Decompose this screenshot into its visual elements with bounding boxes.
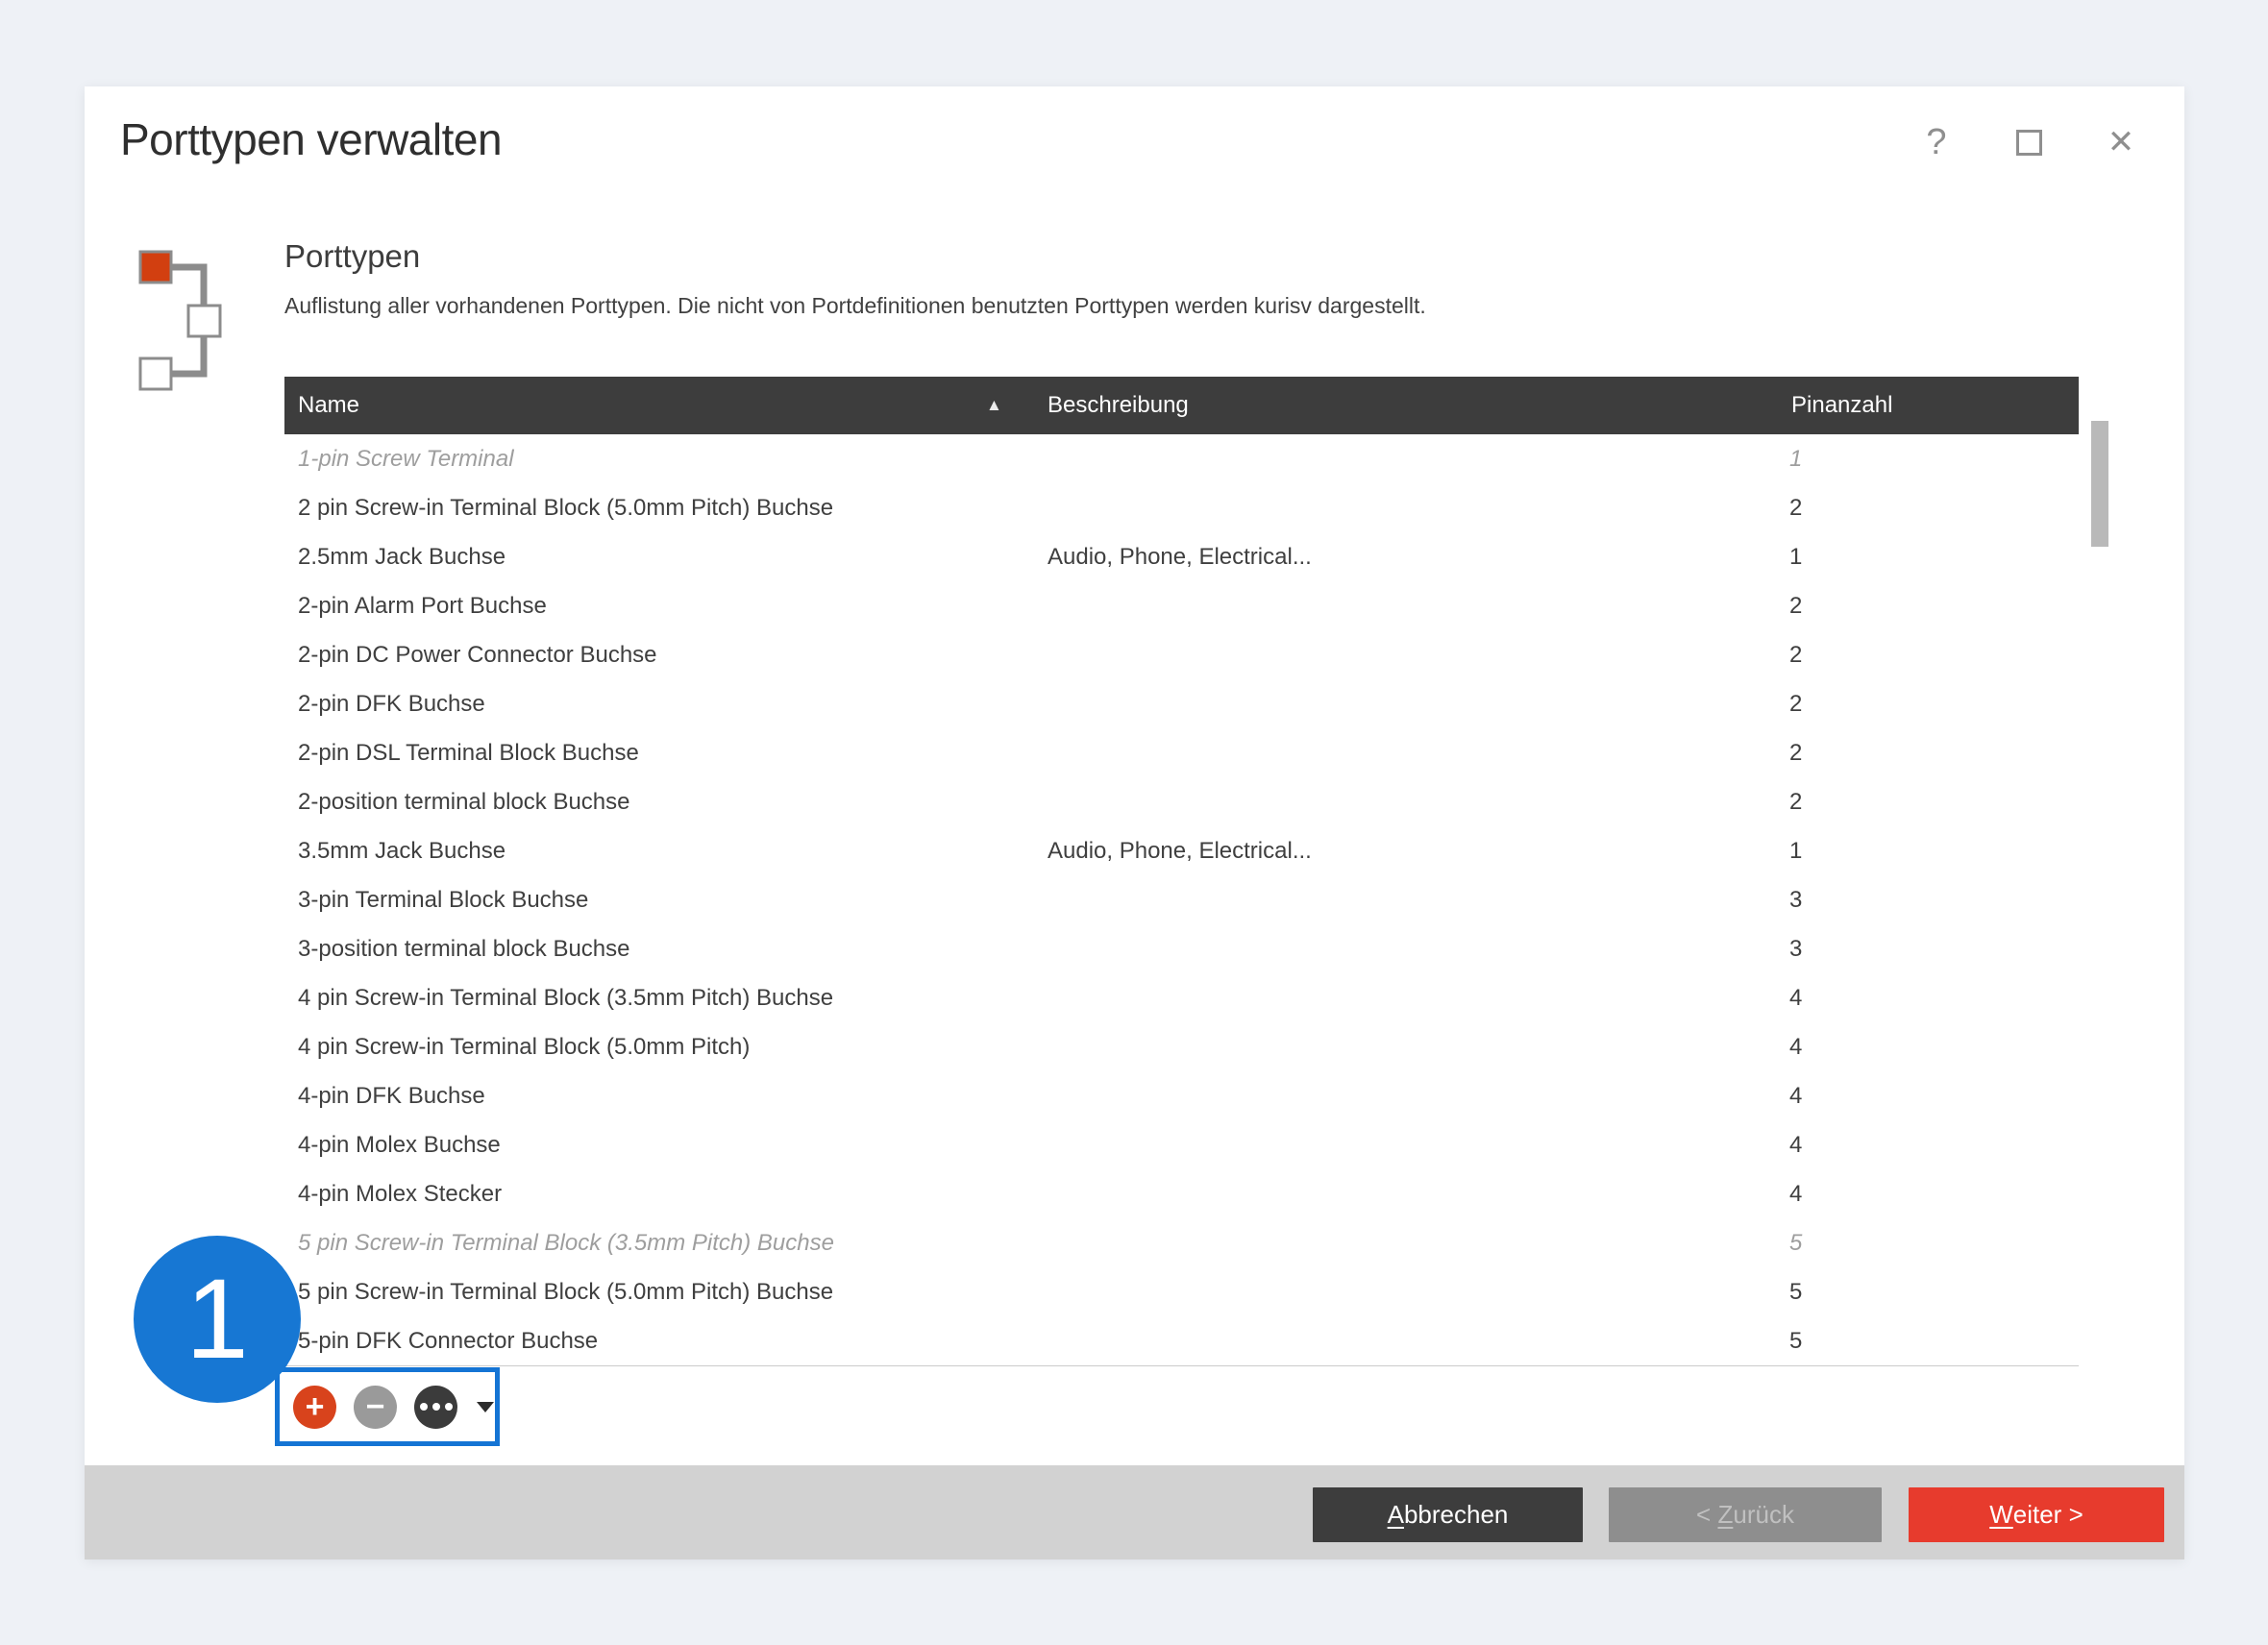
- cell-pinanzahl: 4: [1789, 1083, 1802, 1110]
- table-row[interactable]: 3-position terminal block Buchse 3: [284, 924, 2079, 973]
- cell-pinanzahl: 4: [1789, 985, 1802, 1012]
- table-row[interactable]: 2-pin Alarm Port Buchse 2: [284, 581, 2079, 630]
- cell-pinanzahl: 1: [1789, 544, 1802, 571]
- table-row[interactable]: 2-pin DSL Terminal Block Buchse 2: [284, 728, 2079, 777]
- column-header-beschreibung[interactable]: Beschreibung: [1048, 392, 1189, 419]
- window-title: Porttypen verwalten: [120, 113, 502, 165]
- cell-name: 5 pin Screw-in Terminal Block (5.0mm Pit…: [298, 1279, 833, 1306]
- cell-name: 1-pin Screw Terminal: [298, 446, 514, 473]
- cell-name: 4 pin Screw-in Terminal Block (5.0mm Pit…: [298, 1034, 750, 1061]
- cell-name: 3-pin Terminal Block Buchse: [298, 887, 588, 914]
- next-button[interactable]: Weiter >: [1909, 1487, 2164, 1542]
- cell-beschreibung: Audio, Phone, Electrical...: [1048, 838, 1312, 865]
- more-icon: [420, 1403, 428, 1411]
- wizard-step-icon: [135, 246, 231, 400]
- table-row[interactable]: 4-pin DFK Buchse 4: [284, 1071, 2079, 1120]
- cell-pinanzahl: 3: [1789, 887, 1802, 914]
- close-icon: ✕: [2108, 126, 2135, 159]
- table-row[interactable]: 4-pin Molex Stecker 4: [284, 1169, 2079, 1218]
- table-row[interactable]: 4 pin Screw-in Terminal Block (5.0mm Pit…: [284, 1022, 2079, 1071]
- row-actions-toolbar: + −: [275, 1367, 500, 1446]
- cell-name: 2-pin DC Power Connector Buchse: [298, 642, 657, 669]
- cell-name: 2-position terminal block Buchse: [298, 789, 630, 816]
- table-row[interactable]: 4 pin Screw-in Terminal Block (3.5mm Pit…: [284, 973, 2079, 1022]
- cell-name: 2.5mm Jack Buchse: [298, 544, 505, 571]
- table-row[interactable]: 2-pin DFK Buchse 2: [284, 679, 2079, 728]
- vertical-scrollbar-thumb[interactable]: [2091, 421, 2108, 547]
- close-button[interactable]: ✕: [2094, 115, 2148, 169]
- cell-name: 4-pin Molex Stecker: [298, 1181, 502, 1208]
- minus-icon: −: [366, 1390, 385, 1423]
- page-description: Auflistung aller vorhandenen Porttypen. …: [284, 293, 1426, 319]
- cell-name: 2 pin Screw-in Terminal Block (5.0mm Pit…: [298, 495, 833, 522]
- table-row[interactable]: 2-pin DC Power Connector Buchse 2: [284, 630, 2079, 679]
- cell-pinanzahl: 2: [1789, 642, 1802, 669]
- cell-pinanzahl: 3: [1789, 936, 1802, 963]
- table-row[interactable]: 3.5mm Jack Buchse Audio, Phone, Electrica…: [284, 826, 2079, 875]
- table-row[interactable]: 5 pin Screw-in Terminal Block (3.5mm Pit…: [284, 1218, 2079, 1267]
- cell-pinanzahl: 1: [1789, 446, 1802, 473]
- more-actions-button[interactable]: [414, 1386, 457, 1429]
- cell-name: 2-pin Alarm Port Buchse: [298, 593, 547, 620]
- cell-pinanzahl: 2: [1789, 789, 1802, 816]
- column-header-name[interactable]: Name: [298, 392, 359, 419]
- add-button[interactable]: +: [293, 1386, 336, 1429]
- sort-ascending-icon: ▲: [986, 396, 1002, 415]
- table-row[interactable]: 5 pin Screw-in Terminal Block (5.0mm Pit…: [284, 1267, 2079, 1316]
- cancel-button[interactable]: Abbrechen: [1313, 1487, 1583, 1542]
- table-body: 1-pin Screw Terminal 1 2 pin Screw-in Term…: [284, 434, 2079, 1366]
- help-icon: ?: [1926, 124, 1946, 160]
- table-row[interactable]: 2-position terminal block Buchse 2: [284, 777, 2079, 826]
- cell-name: 4-pin Molex Buchse: [298, 1132, 501, 1159]
- porttypen-verwalten-dialog: Porttypen verwalten ? ✕ Porttypen Auflis…: [85, 86, 2184, 1559]
- table-row[interactable]: 2.5mm Jack Buchse Audio, Phone, Electrica…: [284, 532, 2079, 581]
- cell-name: 4-pin DFK Buchse: [298, 1083, 485, 1110]
- step-number: 1: [185, 1254, 249, 1385]
- back-button[interactable]: < Zurück: [1609, 1487, 1882, 1542]
- table-row[interactable]: 5-pin DFK Connector Buchse 5: [284, 1316, 2079, 1365]
- help-button[interactable]: ?: [1910, 115, 1963, 169]
- cell-pinanzahl: 5: [1789, 1230, 1802, 1257]
- porttypen-table: Name ▲ Beschreibung Pinanzahl 1-pin Scre…: [284, 377, 2079, 1366]
- cell-name: 2-pin DSL Terminal Block Buchse: [298, 740, 639, 767]
- cell-name: 3-position terminal block Buchse: [298, 936, 630, 963]
- cell-name: 5-pin DFK Connector Buchse: [298, 1328, 598, 1355]
- cell-pinanzahl: 2: [1789, 593, 1802, 620]
- cell-name: 3.5mm Jack Buchse: [298, 838, 505, 865]
- column-header-pinanzahl[interactable]: Pinanzahl: [1791, 392, 1892, 419]
- cell-pinanzahl: 4: [1789, 1132, 1802, 1159]
- table-row[interactable]: 3-pin Terminal Block Buchse 3: [284, 875, 2079, 924]
- cell-pinanzahl: 5: [1789, 1279, 1802, 1306]
- cell-name: 4 pin Screw-in Terminal Block (3.5mm Pit…: [298, 985, 833, 1012]
- cell-name: 2-pin DFK Buchse: [298, 691, 485, 718]
- cell-pinanzahl: 2: [1789, 495, 1802, 522]
- remove-button[interactable]: −: [354, 1386, 397, 1429]
- cell-beschreibung: Audio, Phone, Electrical...: [1048, 544, 1312, 571]
- plus-icon: +: [306, 1390, 325, 1423]
- cell-pinanzahl: 5: [1789, 1328, 1802, 1355]
- maximize-button[interactable]: [2002, 115, 2056, 169]
- window-controls: ? ✕: [1910, 115, 2148, 169]
- cell-name: 5 pin Screw-in Terminal Block (3.5mm Pit…: [298, 1230, 834, 1257]
- table-header: Name ▲ Beschreibung Pinanzahl: [284, 377, 2079, 434]
- table-row[interactable]: 1-pin Screw Terminal 1: [284, 434, 2079, 483]
- annotation-step-badge: 1: [134, 1236, 301, 1403]
- dropdown-caret-icon[interactable]: [477, 1402, 494, 1412]
- page-title: Porttypen: [284, 238, 420, 275]
- cell-pinanzahl: 2: [1789, 740, 1802, 767]
- table-row[interactable]: 2 pin Screw-in Terminal Block (5.0mm Pit…: [284, 483, 2079, 532]
- table-row[interactable]: 4-pin Molex Buchse 4: [284, 1120, 2079, 1169]
- cell-pinanzahl: 4: [1789, 1034, 1802, 1061]
- cell-pinanzahl: 1: [1789, 838, 1802, 865]
- maximize-icon: [2016, 130, 2042, 156]
- cell-pinanzahl: 4: [1789, 1181, 1802, 1208]
- cell-pinanzahl: 2: [1789, 691, 1802, 718]
